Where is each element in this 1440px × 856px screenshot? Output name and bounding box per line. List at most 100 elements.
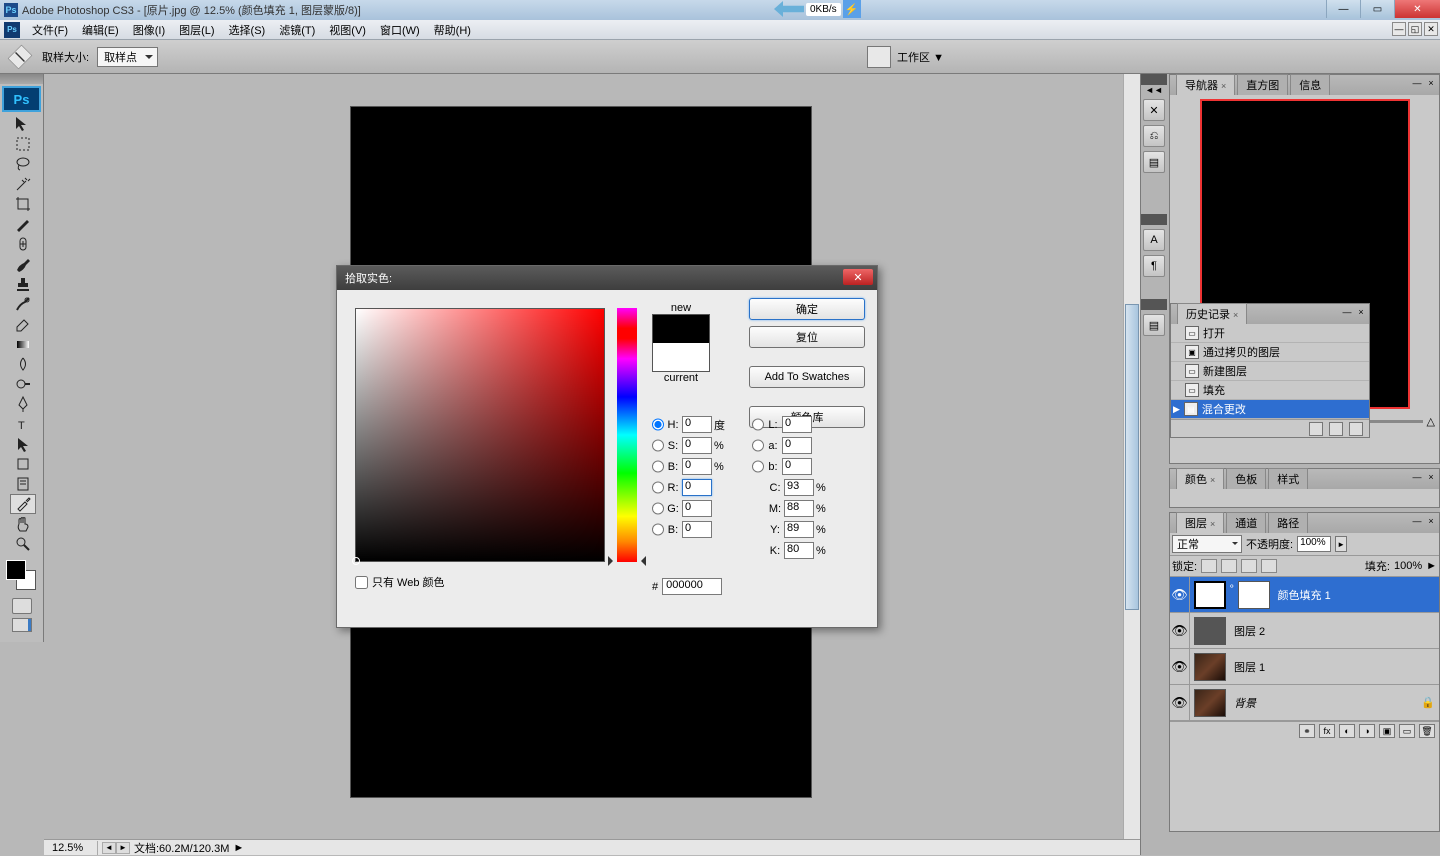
lock-all-button[interactable] bbox=[1261, 559, 1277, 573]
fx-button[interactable]: fx bbox=[1319, 724, 1335, 738]
layer-name[interactable]: 背景 bbox=[1230, 695, 1421, 711]
menu-filter[interactable]: 滤镜(T) bbox=[273, 20, 321, 40]
layer-visibility-icon[interactable]: 👁 bbox=[1170, 577, 1190, 612]
marquee-tool[interactable] bbox=[10, 134, 36, 154]
tab-swatches[interactable]: 色板 bbox=[1226, 468, 1266, 489]
new-layer-button[interactable]: ▭ bbox=[1399, 724, 1415, 738]
crop-tool[interactable] bbox=[10, 194, 36, 214]
add-swatch-button[interactable]: Add To Swatches bbox=[749, 366, 865, 388]
g-input[interactable]: 0 bbox=[682, 500, 712, 517]
radio-r[interactable] bbox=[652, 481, 664, 494]
stamp-tool[interactable] bbox=[10, 274, 36, 294]
link-button[interactable]: ⚭ bbox=[1299, 724, 1315, 738]
ok-button[interactable]: 确定 bbox=[749, 298, 865, 320]
eyedropper-tool[interactable] bbox=[10, 494, 36, 514]
radio-l[interactable] bbox=[752, 418, 764, 431]
h-input[interactable]: 0 bbox=[682, 416, 712, 433]
menu-window[interactable]: 窗口(W) bbox=[374, 20, 426, 40]
panel-close-icon[interactable]: × bbox=[1425, 77, 1437, 89]
history-snap-button[interactable] bbox=[1309, 422, 1323, 436]
group-button[interactable]: ▣ bbox=[1379, 724, 1395, 738]
move-tool[interactable] bbox=[10, 114, 36, 134]
healing-tool[interactable] bbox=[10, 234, 36, 254]
history-trash-button[interactable] bbox=[1349, 422, 1363, 436]
dock-icon-2[interactable]: ⎌ bbox=[1143, 125, 1165, 147]
radio-a[interactable] bbox=[752, 439, 764, 452]
brush-tool[interactable] bbox=[10, 254, 36, 274]
doc-restore-button[interactable]: ◱ bbox=[1408, 22, 1422, 36]
history-row[interactable]: ▭填充 bbox=[1171, 381, 1369, 400]
layer-thumb[interactable] bbox=[1194, 617, 1226, 645]
lock-move-button[interactable] bbox=[1241, 559, 1257, 573]
fg-color[interactable] bbox=[6, 560, 26, 580]
path-select-tool[interactable] bbox=[10, 434, 36, 454]
web-only-checkbox[interactable] bbox=[355, 576, 368, 589]
new-current-swatch[interactable] bbox=[652, 314, 710, 372]
slice-tool[interactable] bbox=[10, 214, 36, 234]
maximize-button[interactable]: ▭ bbox=[1360, 0, 1394, 18]
layer-row[interactable]: 👁 图层 2 bbox=[1170, 613, 1439, 649]
radio-s[interactable] bbox=[652, 439, 664, 452]
hand-tool[interactable] bbox=[10, 514, 36, 534]
layer-name[interactable]: 图层 2 bbox=[1230, 623, 1439, 639]
color-swatch[interactable] bbox=[4, 560, 39, 592]
y-input[interactable]: 89 bbox=[784, 521, 814, 538]
tab-info[interactable]: 信息 bbox=[1290, 74, 1330, 95]
zoom-in-icon[interactable]: △ bbox=[1427, 415, 1435, 428]
dock-icon-1[interactable]: ✕ bbox=[1143, 99, 1165, 121]
tab-styles[interactable]: 样式 bbox=[1268, 468, 1308, 489]
dialog-close-button[interactable]: ✕ bbox=[843, 269, 873, 285]
layer-row[interactable]: 👁 背景 🔒 bbox=[1170, 685, 1439, 721]
mask-button[interactable]: ◐ bbox=[1339, 724, 1355, 738]
wand-tool[interactable] bbox=[10, 174, 36, 194]
screenmode-button[interactable] bbox=[12, 618, 32, 632]
k-input[interactable]: 80 bbox=[784, 542, 814, 559]
history-row[interactable]: ▣通过拷贝的图层 bbox=[1171, 343, 1369, 362]
menu-layer[interactable]: 图层(L) bbox=[173, 20, 220, 40]
dock-icon-para[interactable]: ¶ bbox=[1143, 255, 1165, 277]
layer-row[interactable]: 👁 图层 1 bbox=[1170, 649, 1439, 685]
dock-icon-char[interactable]: A bbox=[1143, 229, 1165, 251]
cancel-button[interactable]: 复位 bbox=[749, 326, 865, 348]
layer-visibility-icon[interactable]: 👁 bbox=[1170, 649, 1190, 684]
quickmask-button[interactable] bbox=[12, 598, 32, 614]
vertical-scrollbar[interactable] bbox=[1123, 74, 1140, 839]
dodge-tool[interactable] bbox=[10, 374, 36, 394]
history-close-icon[interactable]: × bbox=[1355, 306, 1367, 318]
m-input[interactable]: 88 bbox=[784, 500, 814, 517]
dock-collapse-icon[interactable]: ◄◄ bbox=[1141, 85, 1167, 95]
hue-slider[interactable] bbox=[617, 308, 637, 562]
layer-thumb[interactable] bbox=[1194, 689, 1226, 717]
status-zoom[interactable]: 12.5% bbox=[48, 841, 98, 855]
layer-name[interactable]: 颜色填充 1 bbox=[1274, 587, 1439, 603]
history-row[interactable]: ▭新建图层 bbox=[1171, 362, 1369, 381]
doc-close-button[interactable]: ✕ bbox=[1424, 22, 1438, 36]
status-arrow-left[interactable]: ◄ bbox=[102, 842, 116, 854]
history-row[interactable]: ▭打开 bbox=[1171, 324, 1369, 343]
c-input[interactable]: 93 bbox=[784, 479, 814, 496]
panel-min-icon[interactable]: — bbox=[1411, 77, 1423, 89]
scrollbar-thumb[interactable] bbox=[1125, 304, 1139, 610]
history-brush-tool[interactable] bbox=[10, 294, 36, 314]
history-min-icon[interactable]: — bbox=[1341, 306, 1353, 318]
tab-paths[interactable]: 路径 bbox=[1268, 512, 1308, 533]
layer-visibility-icon[interactable]: 👁 bbox=[1170, 613, 1190, 648]
fill-input[interactable]: 100% bbox=[1394, 560, 1422, 572]
radio-h[interactable] bbox=[652, 418, 664, 431]
close-button[interactable]: ✕ bbox=[1394, 0, 1440, 18]
notes-tool[interactable] bbox=[10, 474, 36, 494]
layer-thumb[interactable] bbox=[1194, 581, 1226, 609]
menu-view[interactable]: 视图(V) bbox=[323, 20, 372, 40]
fill-flyout[interactable]: ► bbox=[1426, 560, 1437, 572]
radio-b[interactable] bbox=[652, 460, 664, 473]
trash-button[interactable]: 🗑 bbox=[1419, 724, 1435, 738]
r-input[interactable]: 0 bbox=[682, 479, 712, 496]
sv-picker[interactable] bbox=[355, 308, 605, 562]
hue-arrow-left[interactable] bbox=[608, 556, 618, 566]
bolt-icon[interactable]: ⚡ bbox=[843, 0, 861, 18]
adjust-button[interactable]: ◑ bbox=[1359, 724, 1375, 738]
menu-help[interactable]: 帮助(H) bbox=[428, 20, 477, 40]
toolbox-grip[interactable] bbox=[0, 74, 43, 84]
go-bridge-button[interactable] bbox=[867, 46, 891, 68]
status-arrow-right[interactable]: ► bbox=[116, 842, 130, 854]
